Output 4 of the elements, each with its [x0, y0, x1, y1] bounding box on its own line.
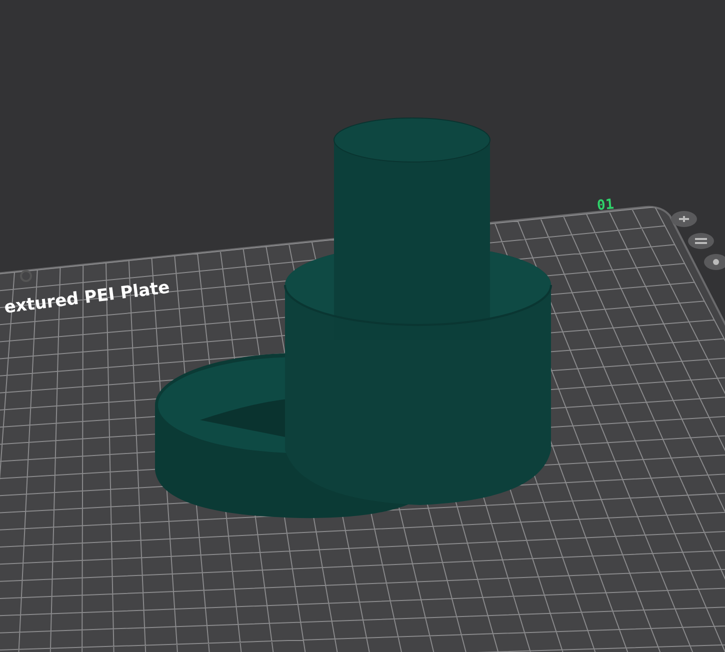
plate-number: 01: [596, 196, 615, 214]
screw-icon: [20, 270, 32, 282]
plate-label: extured PEI Plate: [3, 278, 171, 318]
arrange-button[interactable]: [688, 233, 714, 249]
